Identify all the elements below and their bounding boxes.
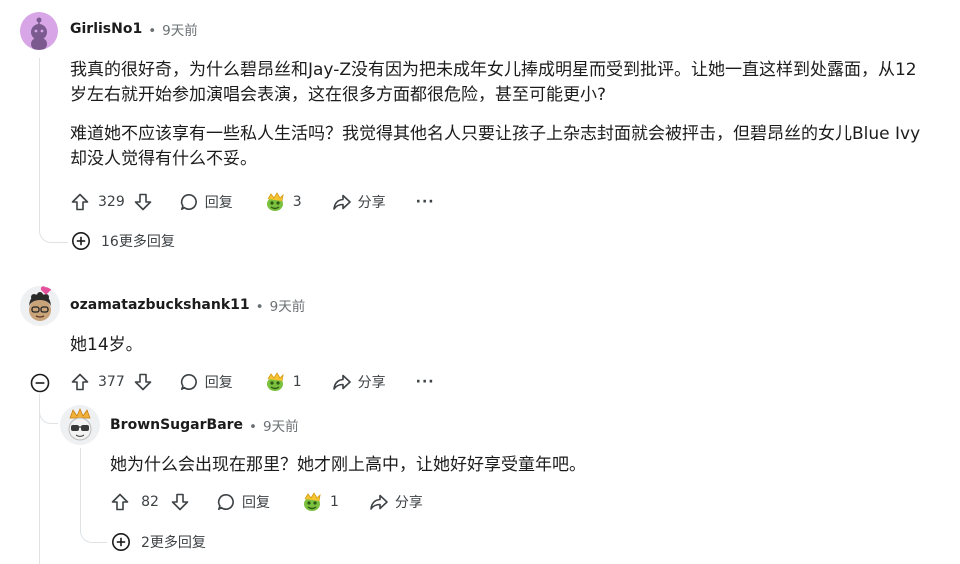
timestamp[interactable]: 9天前 [270,299,306,315]
ellipsis-icon: ··· [415,374,435,390]
upvote-icon [111,493,129,511]
upvote-icon [71,373,89,391]
share-button[interactable]: 分享 [363,487,429,517]
ellipsis-icon: ··· [415,194,435,210]
share-icon [370,494,388,510]
upvote-button[interactable] [64,187,96,217]
reply-label: 回复 [204,375,233,391]
downvote-icon [171,493,189,511]
share-label: 分享 [357,195,386,211]
avatar[interactable] [20,286,60,326]
avatar[interactable] [60,405,100,445]
thread-elbow-2 [39,393,58,424]
comment-body: 我真的很好奇，为什么碧昂丝和Jay-Z没有因为把未成年女儿捧成明星而受到批评。让… [70,58,940,172]
award-count: 1 [330,494,339,510]
reply-button[interactable]: 回复 [173,187,239,217]
more-replies-label: 2更多回复 [141,535,206,551]
meta-separator: • [255,299,264,315]
timestamp[interactable]: 9天前 [263,419,299,435]
comment-body: 她为什么会出现在那里？她才刚上高中，让她好好享受童年吧。 [110,453,930,478]
comment-paragraph: 她为什么会出现在那里？她才刚上高中，让她好好享受童年吧。 [110,455,586,475]
snoo-avatar-icon [31,17,47,50]
comment-actions: 329 回复 3 分享 ··· [64,187,441,217]
comment-header: GirlisNo1 • 9天前 [70,19,198,39]
snoo-avatar-icon [68,407,92,441]
share-icon [332,194,351,210]
award-button[interactable]: 3 [257,187,308,217]
collapse-minus-icon [30,373,50,393]
reply-label: 回复 [204,195,233,211]
downvote-icon [134,373,152,391]
comment-actions: 377 回复 1 分享 ··· [64,367,441,397]
downvote-icon [134,193,152,211]
thread-line-1 [39,58,40,230]
thread-line-2 [39,393,40,564]
thread-elbow-3 [80,522,107,543]
author-name[interactable]: BrownSugarBare [110,417,243,433]
more-options-button[interactable]: ··· [410,187,441,217]
downvote-button[interactable] [127,367,159,397]
avatar[interactable] [20,12,58,50]
comment-header: BrownSugarBare • 9天前 [110,415,299,435]
upvote-icon [71,193,89,211]
expand-plus-icon [112,533,130,551]
vote-count: 329 [98,194,125,210]
expand-plus-icon [72,232,90,250]
more-options-button[interactable]: ··· [410,367,441,397]
vote-count: 377 [98,374,125,390]
downvote-button[interactable] [127,187,159,217]
more-replies-label: 16更多回复 [101,234,175,250]
snoo-avatar-icon [29,286,52,321]
comment-bubble-icon [217,493,234,510]
meta-separator: • [148,23,157,39]
award-count: 3 [292,194,302,210]
share-label: 分享 [357,375,386,391]
award-button[interactable]: 1 [257,367,308,397]
vote-count: 82 [141,494,159,510]
author-name[interactable]: ozamatazbuckshank11 [70,297,250,313]
award-button[interactable]: 1 [294,487,345,517]
comment-paragraph: 难道她不应该享有一些私人生活吗？我觉得其他名人只要让孩子上杂志封面就会被抨击，但… [70,124,921,169]
thread-elbow-1 [39,222,68,243]
upvote-button[interactable] [64,367,96,397]
upvote-button[interactable] [104,487,136,517]
award-icon [266,192,284,211]
thread-line-3 [80,448,81,532]
downvote-button[interactable] [164,487,196,517]
comment-actions: 82 回复 1 分享 [104,487,429,517]
comment-paragraph: 她14岁。 [70,335,143,355]
reply-button[interactable]: 回复 [210,487,276,517]
award-icon [304,492,321,511]
share-icon [332,374,351,390]
award-icon [266,372,284,391]
more-replies-button[interactable]: 16更多回复 [71,231,175,251]
share-label: 分享 [394,495,423,511]
comment-header: ozamatazbuckshank11 • 9天前 [70,295,305,315]
timestamp[interactable]: 9天前 [162,23,198,39]
more-replies-button[interactable]: 2更多回复 [111,532,206,552]
comment-bubble-icon [180,193,197,210]
collapse-thread-button[interactable] [29,372,51,394]
share-button[interactable]: 分享 [326,187,392,217]
comment-body: 她14岁。 [70,333,930,358]
share-button[interactable]: 分享 [326,367,392,397]
meta-separator: • [249,419,258,435]
author-name[interactable]: GirlisNo1 [70,21,142,37]
award-count: 1 [292,374,302,390]
comment-paragraph: 我真的很好奇，为什么碧昂丝和Jay-Z没有因为把未成年女儿捧成明星而受到批评。让… [70,60,917,105]
comment-bubble-icon [180,373,197,390]
reply-button[interactable]: 回复 [173,367,239,397]
reply-label: 回复 [242,495,270,511]
